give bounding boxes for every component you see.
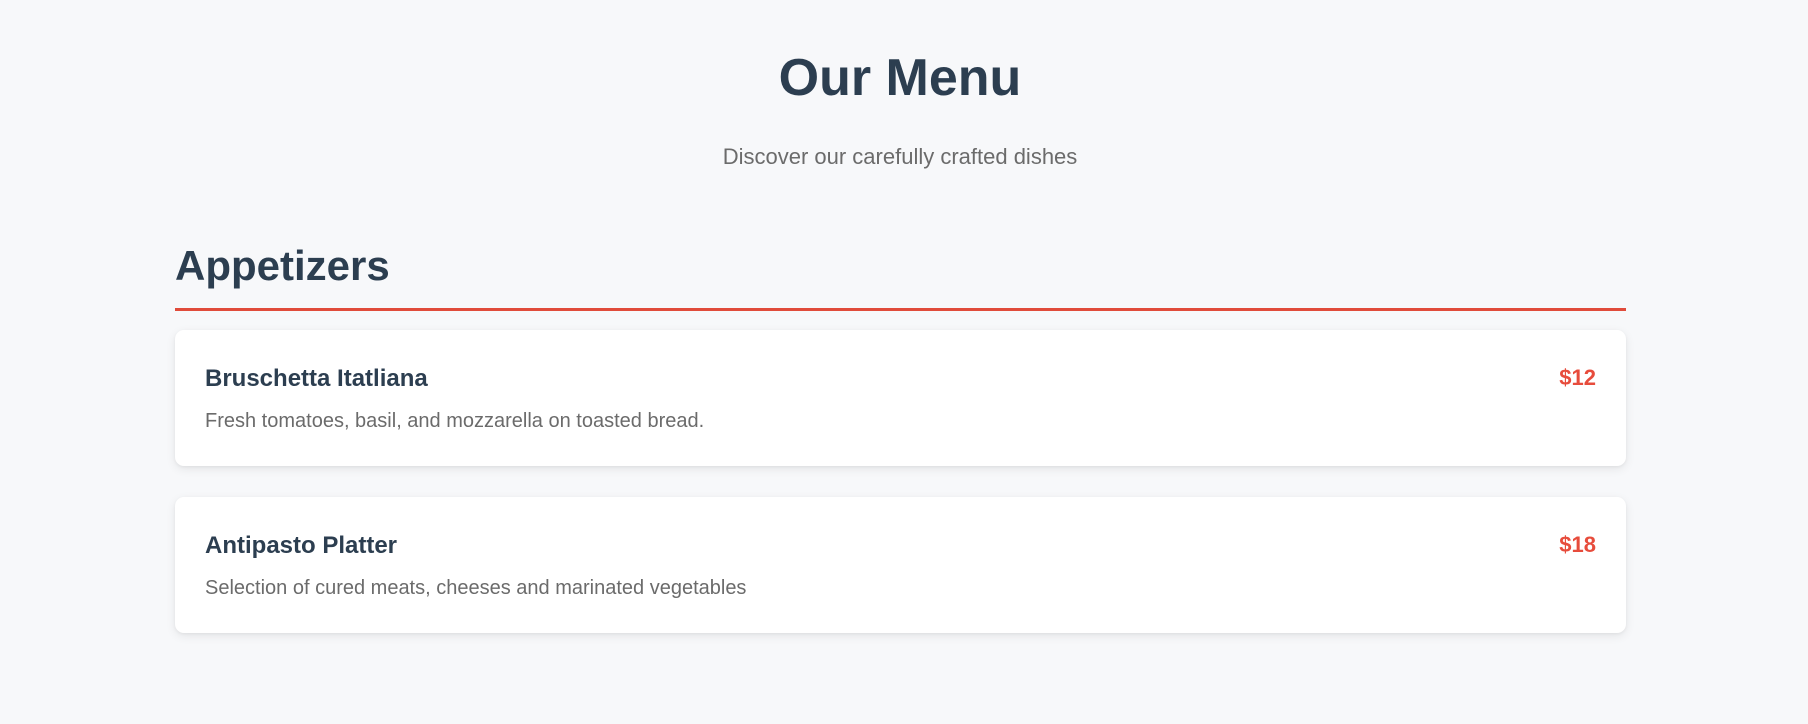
menu-item-card: Antipasto Platter Selection of cured mea… — [175, 497, 1626, 633]
menu-item-card: Bruschetta Itatliana Fresh tomatoes, bas… — [175, 330, 1626, 466]
section-title: Appetizers — [175, 242, 390, 289]
menu-item-price: $18 — [1559, 532, 1596, 557]
menu-page: Our Menu Discover our carefully crafted … — [0, 0, 1808, 724]
menu-item-name: Antipasto Platter — [205, 532, 398, 559]
menu-item-price: $12 — [1559, 365, 1596, 390]
menu-item-name: Bruschetta Itatliana — [205, 365, 428, 392]
menu-item-description: Fresh tomatoes, basil, and mozzarella on… — [205, 410, 705, 432]
page-title: Our Menu — [778, 49, 1022, 107]
section-divider — [175, 308, 1626, 311]
appetizers-section: Appetizers Bruschetta Itatliana Fresh to… — [175, 238, 1626, 633]
menu-item-description: Selection of cured meats, cheeses and ma… — [205, 577, 747, 599]
page-subtitle: Discover our carefully crafted dishes — [722, 144, 1078, 169]
